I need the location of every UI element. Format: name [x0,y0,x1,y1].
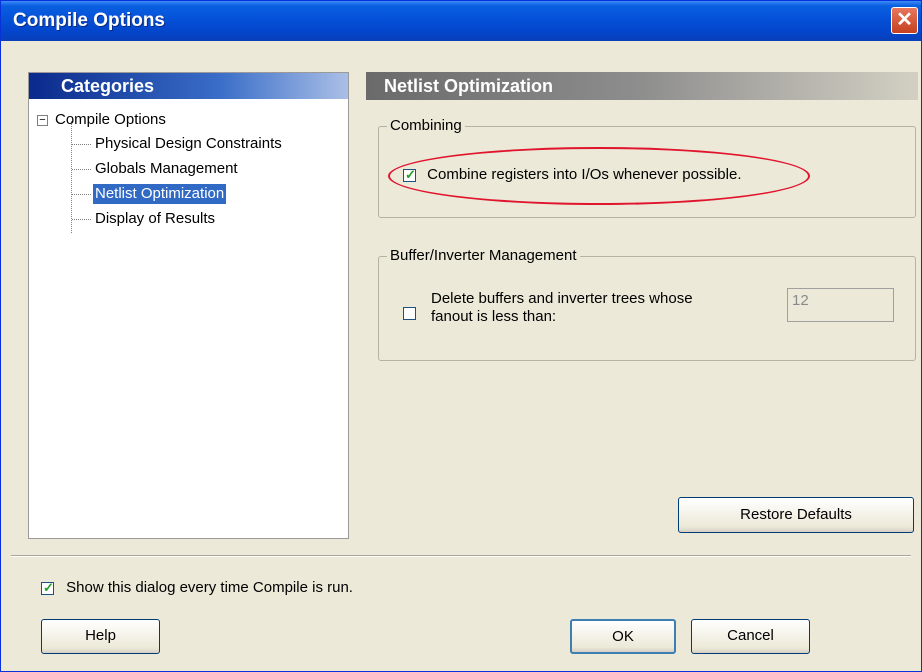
tree-connector [72,194,91,195]
fanout-input[interactable]: 12 [787,288,894,322]
tree-item-label: Netlist Optimization [95,185,225,202]
window-title: Compile Options [13,10,165,31]
categories-header: Categories [29,73,348,99]
collapse-icon[interactable]: − [37,114,48,126]
cancel-button[interactable]: Cancel [691,619,810,654]
tree-node-label: Compile Options [55,111,166,128]
combine-registers-label: Combine registers into I/Os whenever pos… [427,166,742,183]
show-dialog-label: Show this dialog every time Compile is r… [66,579,353,596]
combining-legend: Combining [387,117,465,135]
tree-connector [72,144,91,145]
show-dialog-option[interactable]: ✓ Show this dialog every time Compile is… [41,578,353,598]
tree-connector [71,121,72,233]
close-icon: ✕ [896,9,913,31]
divider [11,555,911,557]
delete-buffers-label: Delete buffers and inverter trees whose … [431,290,693,326]
tree-node-compile-options[interactable]: − Compile Options [37,110,166,130]
tree-item-physical-design-constraints[interactable]: Physical Design Constraints [93,134,284,154]
delete-buffers-label-line1: Delete buffers and inverter trees whose [431,290,693,307]
panel-header: Netlist Optimization [366,72,918,100]
tree-item-label: Physical Design Constraints [95,135,282,152]
tree-item-label: Display of Results [95,210,216,227]
help-button[interactable]: Help [41,619,160,654]
combine-registers-checkbox[interactable]: ✓ [403,166,416,182]
compile-options-dialog: Compile Options ✕ Categories − Compile Op… [0,0,922,672]
checkmark-icon: ✓ [43,579,54,595]
tree-item-display-of-results[interactable]: Display of Results [93,209,217,229]
checkmark-icon: ✓ [405,166,416,182]
restore-defaults-button[interactable]: Restore Defaults [678,497,914,533]
tree-item-label: Globals Management [95,160,238,177]
show-dialog-checkbox[interactable]: ✓ [41,579,54,595]
tree-connector [72,219,91,220]
delete-buffers-label-line2: fanout is less than: [431,308,557,325]
combine-registers-option[interactable]: ✓ Combine registers into I/Os whenever p… [403,165,741,185]
close-button[interactable]: ✕ [891,7,918,34]
delete-buffers-checkbox[interactable] [403,307,416,320]
tree-item-netlist-optimization[interactable]: Netlist Optimization [93,184,227,204]
buffer-inverter-legend: Buffer/Inverter Management [387,247,580,265]
categories-panel: Categories − Compile Options Physical Des… [28,72,349,539]
combining-group: Combining ✓ Combine registers into I/Os … [378,117,916,218]
ok-button[interactable]: OK [570,619,676,654]
title-bar[interactable]: Compile Options ✕ [1,1,921,41]
tree-item-globals-management[interactable]: Globals Management [93,159,240,179]
tree-connector [72,169,91,170]
